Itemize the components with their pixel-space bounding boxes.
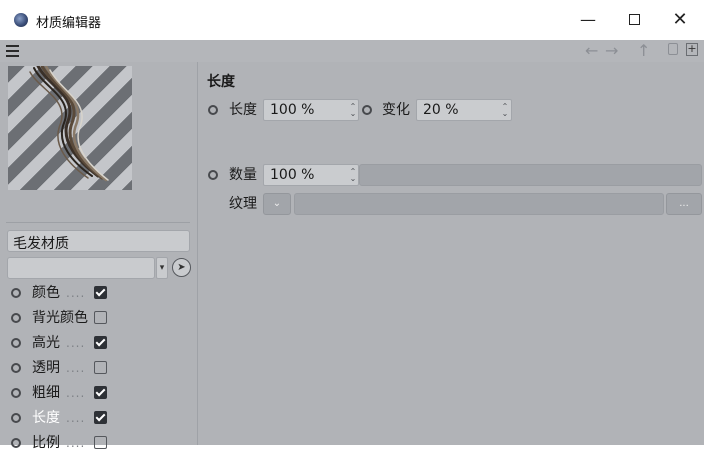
title-bar: 材质编辑器 — ✕ <box>0 0 712 40</box>
channel-checkbox[interactable] <box>94 361 107 374</box>
channel-dots: .... <box>66 411 86 425</box>
texture-menu-button[interactable]: ⌄ <box>263 193 291 215</box>
radio-icon <box>11 288 21 298</box>
channel-checkbox[interactable] <box>94 436 107 449</box>
chevron-down-icon[interactable]: ▾ <box>156 257 168 279</box>
channel-dots: .... <box>66 436 86 449</box>
channel-checkbox[interactable] <box>94 286 107 299</box>
radio-icon <box>11 338 21 348</box>
attributes-panel: 长度 长度 100 % ⌃ ⌄ 变化 20 % ⌃ ⌄ 数量 100 % ⌃ ⌄ 纹理… <box>199 62 704 445</box>
count-label: 数量 <box>229 167 257 183</box>
app-icon <box>14 13 28 27</box>
texture-more-button[interactable]: ... <box>666 193 702 215</box>
minimize-button[interactable]: — <box>566 6 610 34</box>
menu-icon[interactable] <box>6 45 19 57</box>
hair-preview-icon <box>29 66 109 182</box>
window-title: 材质编辑器 <box>36 16 102 31</box>
lock-icon[interactable] <box>668 43 678 55</box>
channel-checkbox[interactable] <box>94 336 107 349</box>
channel-label: 长度 <box>32 410 60 426</box>
channel-checkbox[interactable] <box>94 411 107 424</box>
menu-bar: ← → ↑ + <box>0 40 704 62</box>
stepper-icon[interactable]: ⌃ ⌄ <box>349 103 357 118</box>
maximize-icon <box>628 13 640 25</box>
radio-icon <box>11 388 21 398</box>
maximize-button[interactable] <box>612 6 656 34</box>
material-editor: ← → ↑ + 毛发材质 ▾ ➤ 颜色 .... 背光颜色 高光 .... 透明… <box>0 40 704 449</box>
pick-cursor-icon[interactable]: ➤ <box>172 258 191 277</box>
channel-item-transparency[interactable]: 透明 .... <box>8 357 118 379</box>
channel-label: 背光颜色 <box>32 310 88 326</box>
channel-label: 透明 <box>32 360 60 376</box>
radio-icon[interactable] <box>208 105 218 115</box>
stepper-icon[interactable]: ⌃ ⌄ <box>349 168 357 183</box>
channel-item-length[interactable]: 长度 .... <box>8 407 118 429</box>
length-label: 长度 <box>229 102 257 118</box>
channel-dots: .... <box>66 361 86 375</box>
close-button[interactable]: ✕ <box>658 6 702 34</box>
window-edge <box>704 40 712 445</box>
radio-icon <box>11 438 21 448</box>
back-arrow-icon[interactable]: ← <box>585 41 598 61</box>
channel-label: 颜色 <box>32 285 60 301</box>
channel-dots: .... <box>66 286 86 300</box>
radio-icon <box>11 363 21 373</box>
channel-item-thickness[interactable]: 粗细 .... <box>8 382 118 404</box>
channel-checkbox[interactable] <box>94 311 107 324</box>
channel-checkbox[interactable] <box>94 386 107 399</box>
count-slider[interactable] <box>359 164 702 186</box>
radio-icon <box>11 313 21 323</box>
forward-arrow-icon[interactable]: → <box>605 41 618 61</box>
channel-dots: .... <box>66 336 86 350</box>
radio-icon <box>11 413 21 423</box>
radio-icon[interactable] <box>208 170 218 180</box>
channel-select[interactable] <box>7 257 155 279</box>
channel-item-color[interactable]: 颜色 .... <box>8 282 118 304</box>
up-arrow-icon[interactable]: ↑ <box>637 41 650 61</box>
channel-item-scale[interactable]: 比例 .... <box>8 432 118 449</box>
stepper-icon[interactable]: ⌃ ⌄ <box>501 103 509 118</box>
new-window-icon[interactable]: + <box>686 43 698 56</box>
channel-dots: .... <box>66 386 86 400</box>
divider <box>6 222 190 223</box>
radio-icon[interactable] <box>362 105 372 115</box>
variation-field[interactable]: 20 % <box>416 99 512 121</box>
variation-label: 变化 <box>382 102 410 118</box>
length-field[interactable]: 100 % <box>263 99 359 121</box>
texture-label: 纹理 <box>229 196 257 212</box>
count-field[interactable]: 100 % <box>263 164 359 186</box>
channel-label: 高光 <box>32 335 60 351</box>
channel-panel: 毛发材质 ▾ ➤ 颜色 .... 背光颜色 高光 .... 透明 .... 粗细… <box>0 62 198 449</box>
section-title: 长度 <box>207 74 235 90</box>
channel-item-specular[interactable]: 高光 .... <box>8 332 118 354</box>
material-name-field[interactable]: 毛发材质 <box>7 230 190 252</box>
texture-field[interactable] <box>294 193 664 215</box>
channel-label: 比例 <box>32 435 60 449</box>
material-preview[interactable] <box>8 66 132 190</box>
channel-label: 粗细 <box>32 385 60 401</box>
channel-item-backlight-color[interactable]: 背光颜色 <box>8 307 118 329</box>
